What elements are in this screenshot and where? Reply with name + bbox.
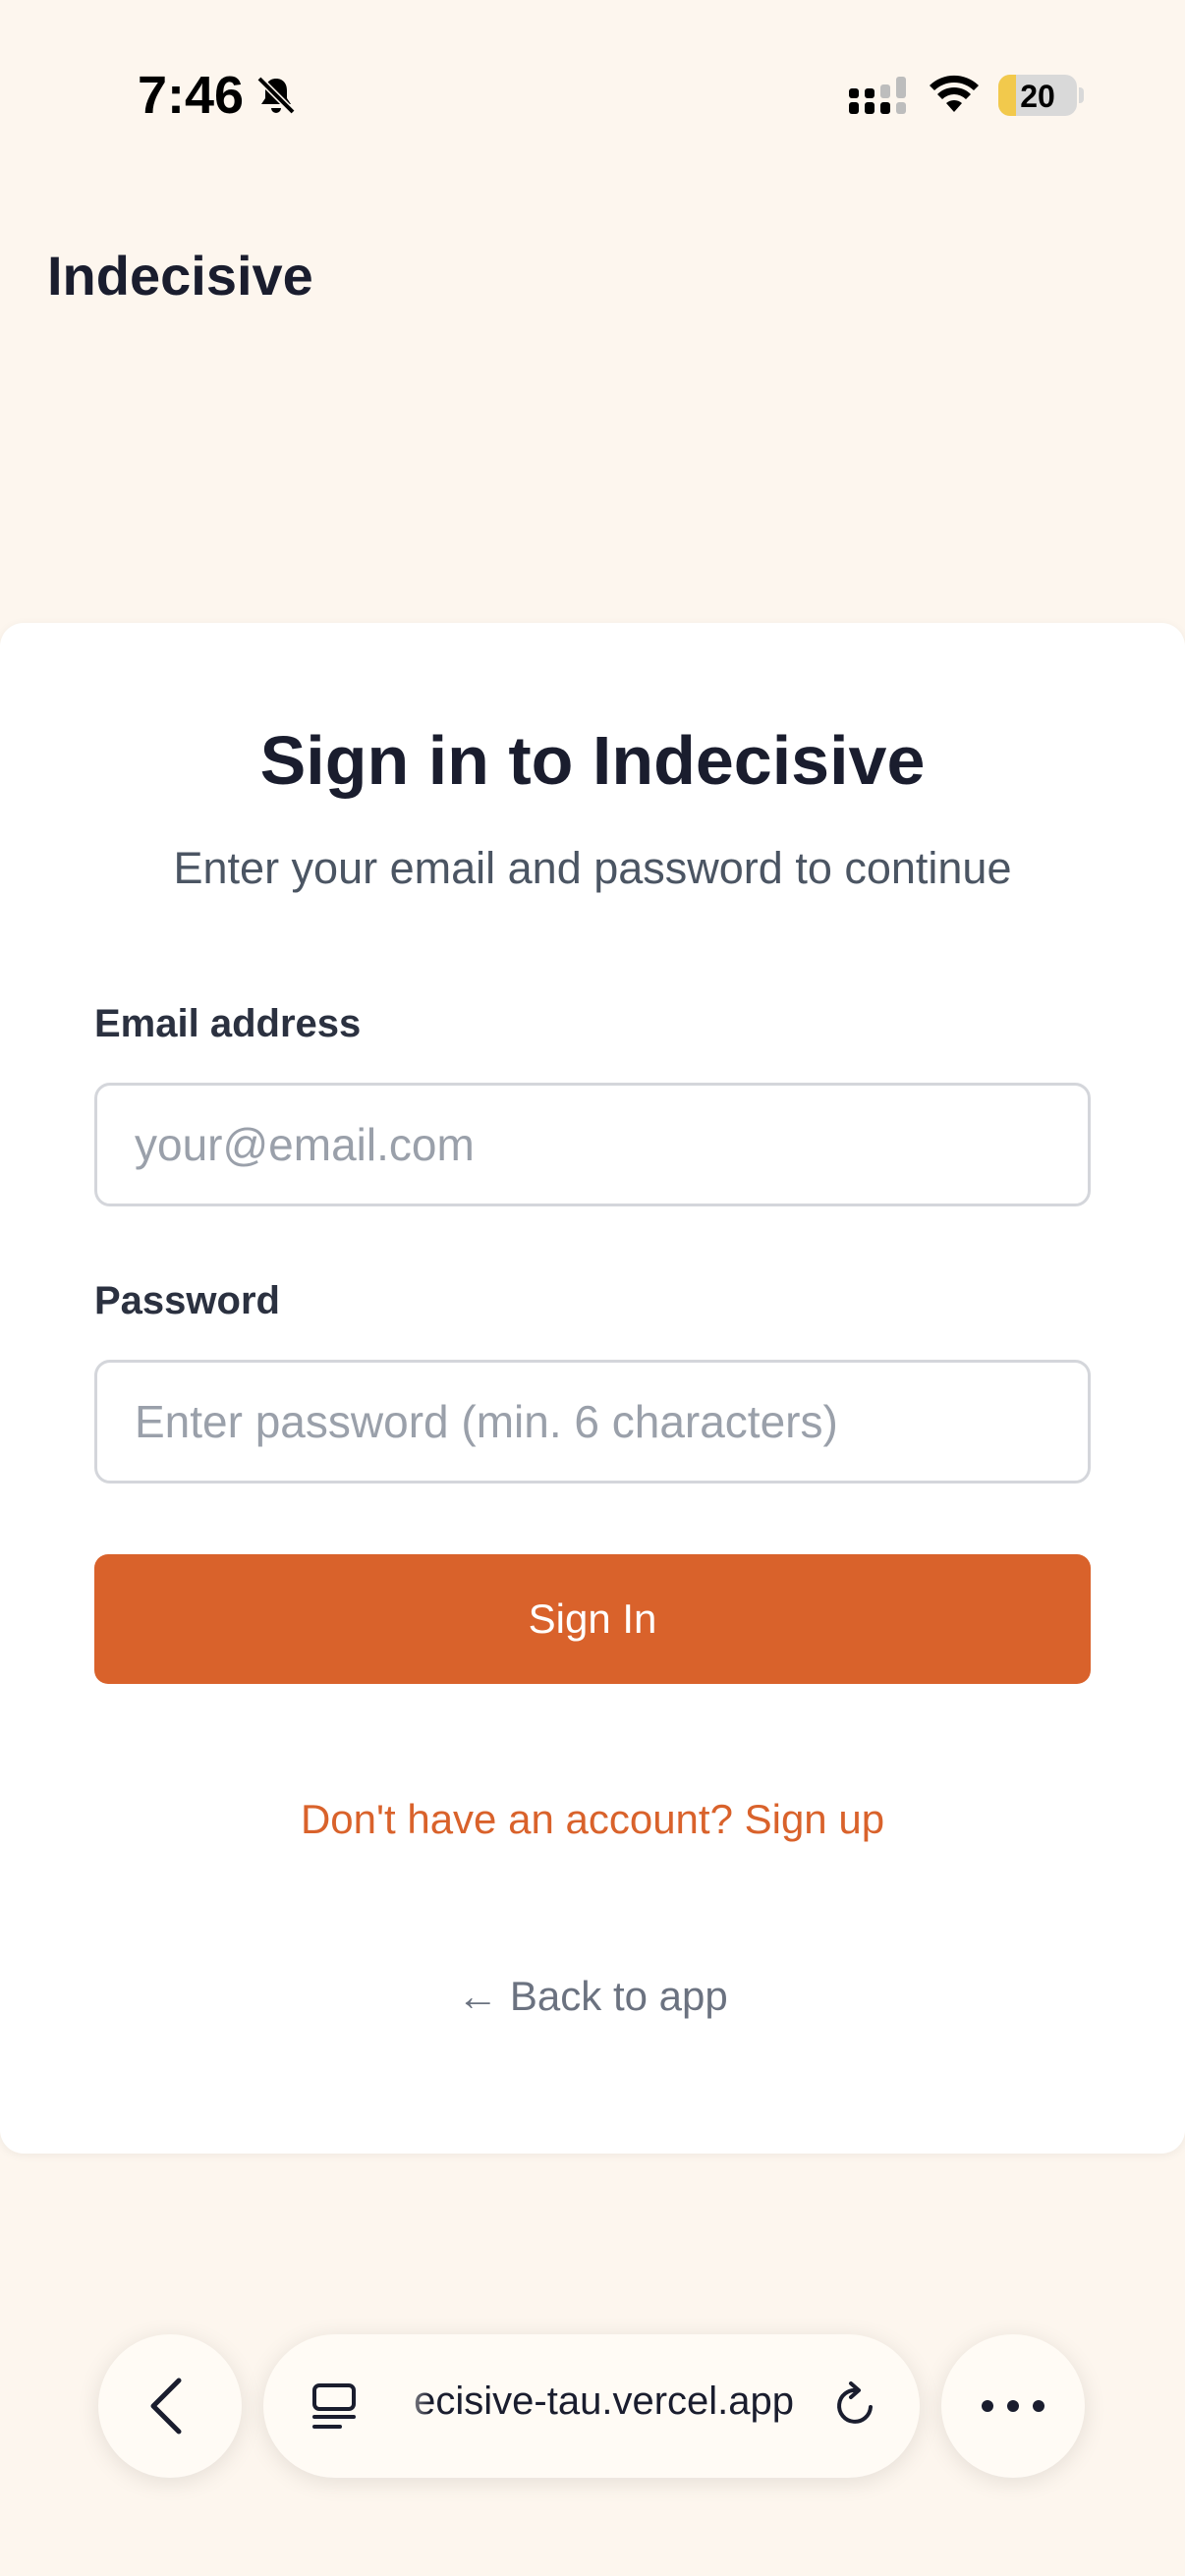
signin-card: Sign in to Indecisive Enter your email a… [0, 623, 1185, 2154]
app-title: Indecisive [47, 245, 313, 307]
url-text: ecisive-tau.vercel.app [414, 2380, 794, 2423]
email-field[interactable] [94, 1083, 1091, 1206]
password-label: Password [94, 1279, 280, 1322]
status-bar: 7:46 20 [0, 0, 1185, 187]
battery-nub [1079, 87, 1084, 103]
url-fade [391, 2364, 430, 2452]
bell-slash-icon [256, 76, 296, 115]
signin-title: Sign in to Indecisive [259, 722, 926, 799]
signin-subtitle: Enter your email and password to continu… [173, 843, 1012, 893]
wifi-icon [930, 75, 979, 112]
more-icon [982, 2400, 1044, 2412]
password-field[interactable] [94, 1360, 1091, 1484]
reload-icon[interactable] [827, 2378, 884, 2435]
signin-button[interactable]: Sign In [94, 1554, 1091, 1684]
battery-icon: 20 [998, 75, 1077, 116]
tabs-icon [312, 2383, 356, 2429]
back-to-app-link[interactable]: ← Back to app [0, 1973, 1185, 2020]
battery-percent: 20 [1020, 79, 1055, 114]
back-chevron-icon [150, 2378, 182, 2435]
email-label: Email address [94, 1002, 362, 1045]
url-bar[interactable]: ecisive-tau.vercel.app [263, 2334, 920, 2478]
browser-more-button[interactable] [941, 2334, 1085, 2478]
signup-link[interactable]: Don't have an account? Sign up [0, 1796, 1185, 1843]
status-time: 7:46 [138, 66, 245, 125]
browser-back-button[interactable] [98, 2334, 242, 2478]
signal-icon [849, 77, 906, 114]
